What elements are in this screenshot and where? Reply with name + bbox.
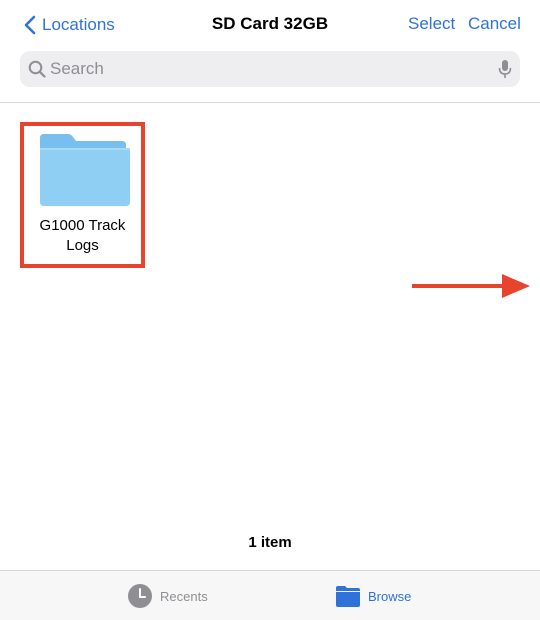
folder-icon [336, 586, 360, 607]
search-input[interactable] [50, 51, 480, 87]
chevron-left-icon [24, 15, 36, 35]
folder-icon [40, 134, 130, 206]
arrow-right-icon [412, 274, 530, 298]
cancel-button[interactable]: Cancel [468, 14, 521, 34]
back-button[interactable]: Locations [24, 13, 115, 37]
search-icon [28, 60, 46, 78]
navigation-header: Locations SD Card 32GB Select Cancel [0, 0, 540, 103]
tab-browse[interactable]: Browse [335, 571, 411, 620]
select-button[interactable]: Select [408, 14, 455, 34]
tab-recents-label: Recents [160, 588, 208, 604]
microphone-icon[interactable] [498, 59, 512, 79]
folder-name: G1000 Track Logs [39, 217, 126, 254]
tab-browse-label: Browse [368, 588, 412, 604]
folder-item-g1000-track-logs[interactable]: G1000 Track Logs [20, 122, 145, 268]
file-browser-content: G1000 Track Logs 1 item [0, 104, 540, 570]
clock-icon [128, 584, 152, 608]
search-bar [20, 51, 520, 87]
tab-bar: Recents Browse [0, 570, 540, 620]
tab-recents[interactable]: Recents [127, 571, 208, 620]
item-count: 1 item [248, 534, 292, 551]
back-button-label: Locations [42, 15, 115, 34]
